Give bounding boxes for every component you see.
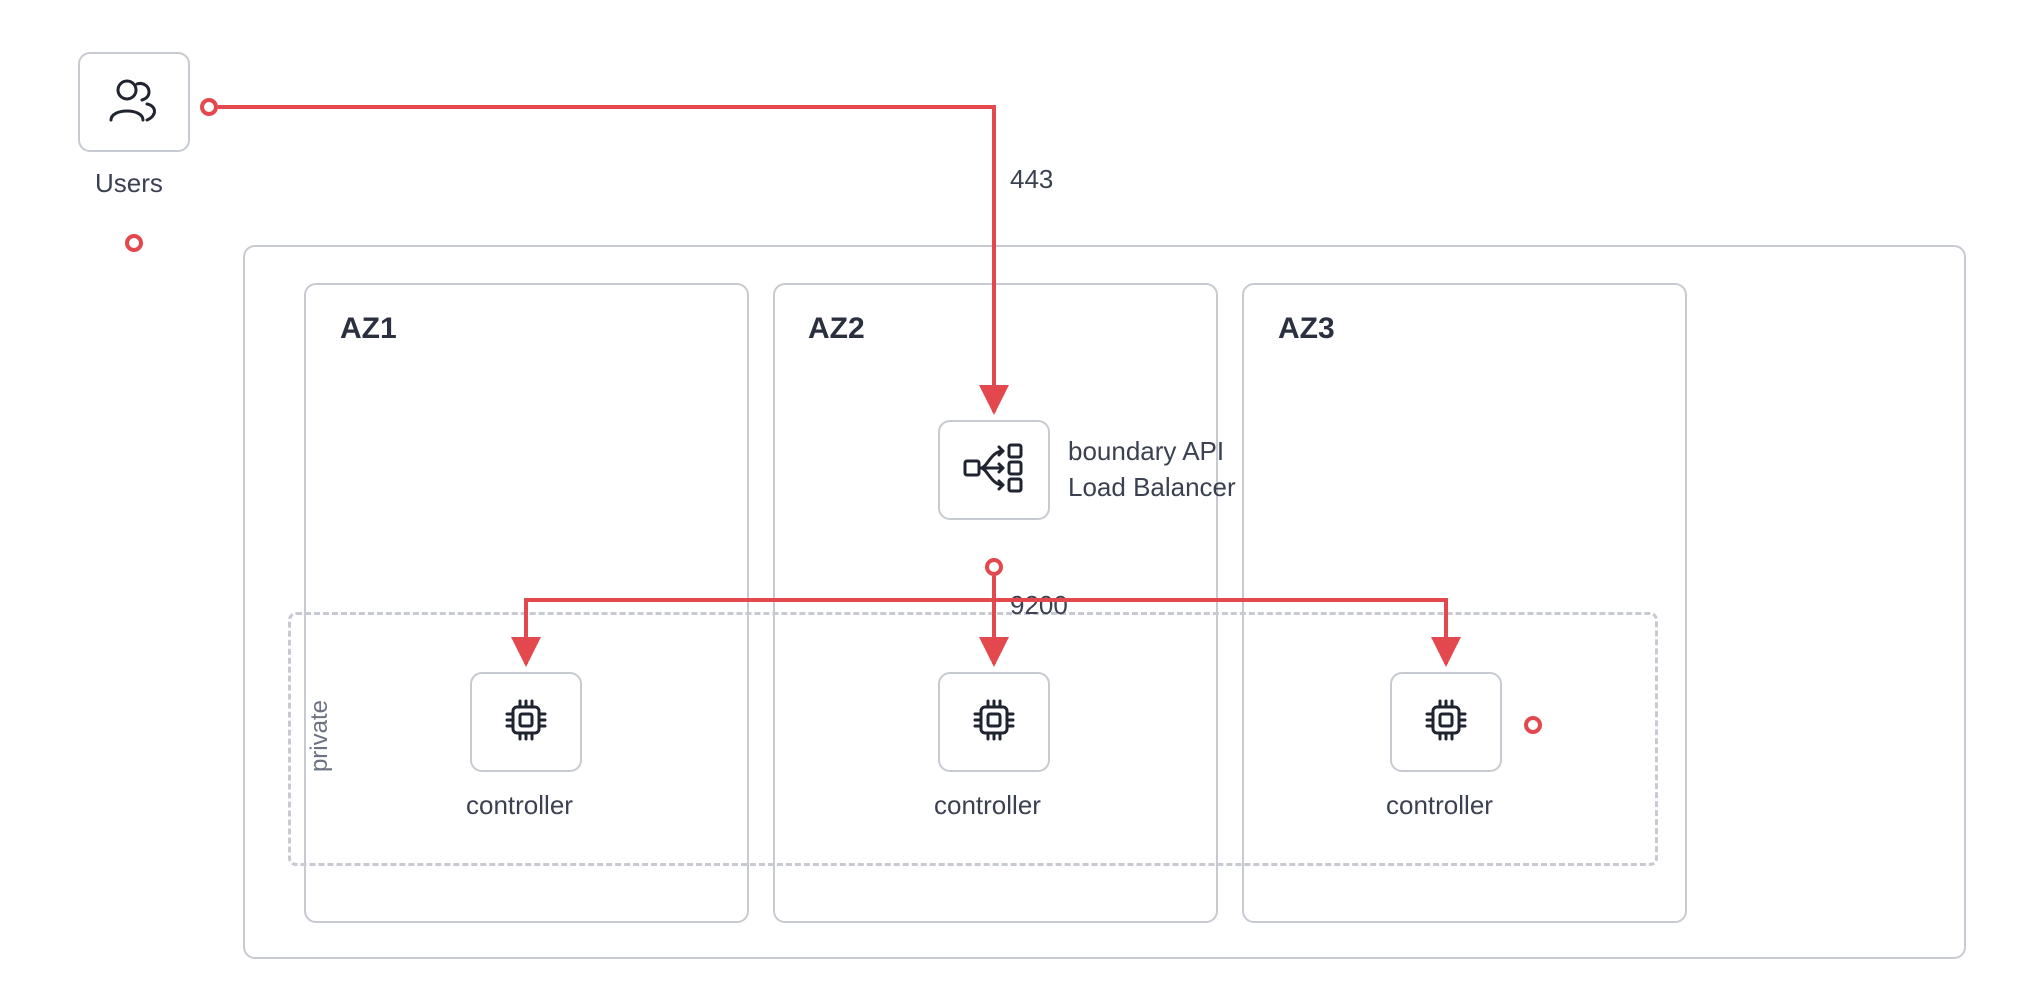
az3-title: AZ3 xyxy=(1278,312,1335,346)
port-label-controller: 9200 xyxy=(1010,590,1068,621)
controller-label-az1: controller xyxy=(466,790,573,821)
controller-label-az2: controller xyxy=(934,790,1041,821)
private-label: private xyxy=(306,700,334,772)
diagram-canvas: Users AZ1 AZ2 AZ3 boundary API xyxy=(0,0,2026,986)
users-node xyxy=(78,52,190,152)
connector-dot xyxy=(125,234,143,252)
users-label: Users xyxy=(95,168,163,199)
lb-label-line2: Load Balancer xyxy=(1068,472,1236,503)
users-icon xyxy=(107,78,161,127)
port-label-api: 443 xyxy=(1010,164,1053,195)
connector-dot xyxy=(1524,716,1542,734)
controller-node-az2 xyxy=(938,672,1050,772)
controller-node-az1 xyxy=(470,672,582,772)
az2-title: AZ2 xyxy=(808,312,865,346)
cpu-icon xyxy=(1423,697,1469,748)
load-balancer-icon xyxy=(963,443,1025,498)
controller-node-az3 xyxy=(1390,672,1502,772)
connector-dot xyxy=(985,558,1003,576)
connector-dot xyxy=(200,98,218,116)
load-balancer-node xyxy=(938,420,1050,520)
lb-label-line1: boundary API xyxy=(1068,436,1224,467)
cpu-icon xyxy=(971,697,1017,748)
cpu-icon xyxy=(503,697,549,748)
controller-label-az3: controller xyxy=(1386,790,1493,821)
az1-title: AZ1 xyxy=(340,312,397,346)
